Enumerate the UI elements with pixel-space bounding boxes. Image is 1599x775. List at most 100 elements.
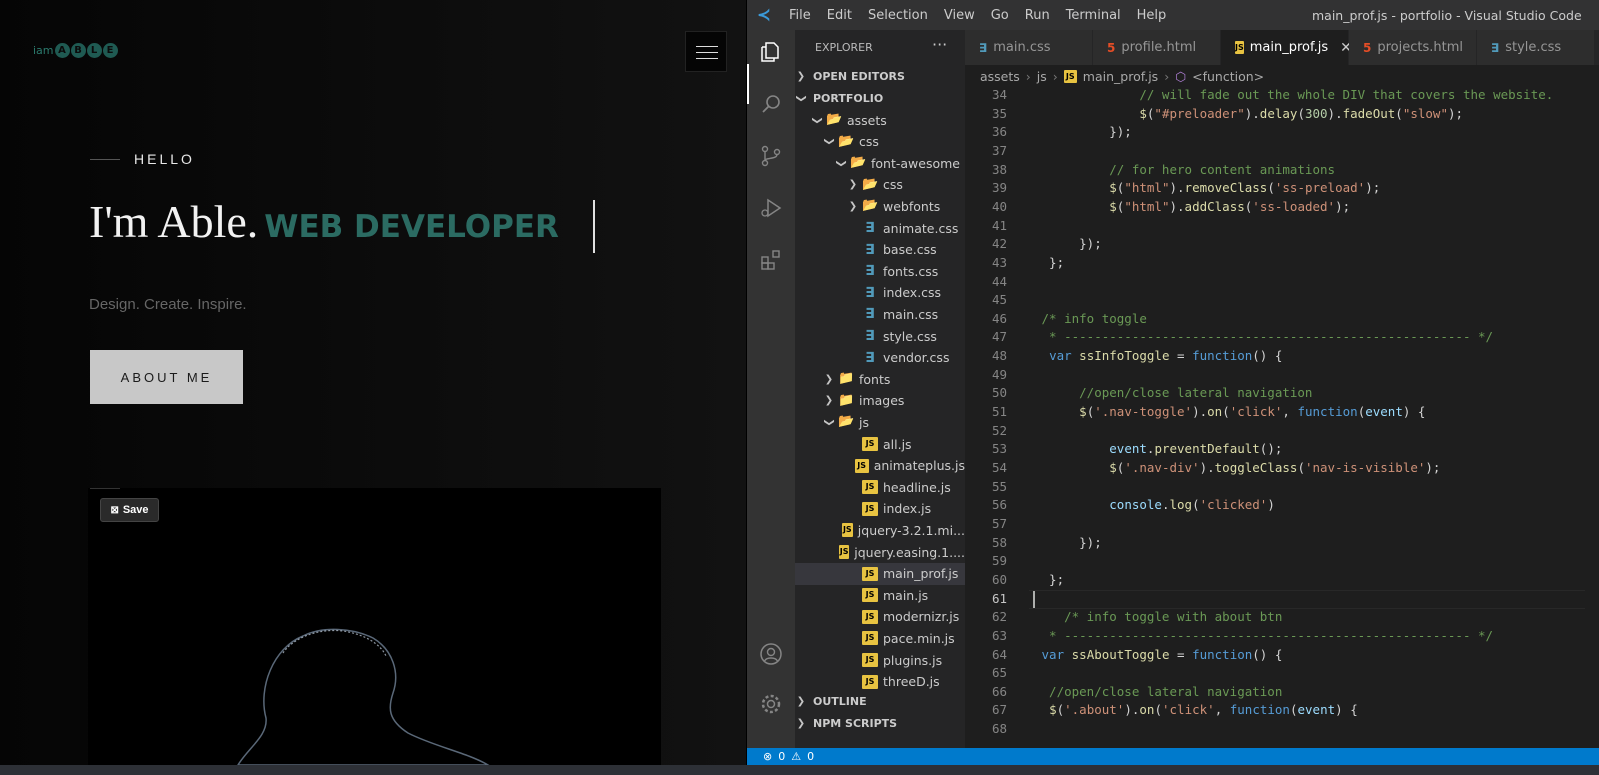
code-line[interactable]: 52 — [965, 423, 1599, 442]
tree-file[interactable]: JS jquery-3.2.1.mi... — [795, 519, 965, 541]
menu-terminal[interactable]: Terminal — [1058, 8, 1129, 23]
menu-help[interactable]: Help — [1129, 8, 1175, 23]
code-line[interactable]: 62 /* info toggle with about btn — [965, 609, 1599, 628]
code-line[interactable]: 43 }; — [965, 255, 1599, 274]
tree-file[interactable]: ∃ fonts.css — [795, 260, 965, 282]
code-line[interactable]: 41 — [965, 218, 1599, 237]
code-line[interactable]: 45 — [965, 292, 1599, 311]
tab-style-css[interactable]: ∃ style.css — [1477, 30, 1595, 65]
breadcrumb-item[interactable]: <function> — [1192, 69, 1264, 84]
code-line[interactable]: 54 $('.nav-div').toggleClass('nav-is-vis… — [965, 460, 1599, 479]
code-line[interactable]: 67 $('.about').on('click', function(even… — [965, 702, 1599, 721]
code-line[interactable]: 55 — [965, 479, 1599, 498]
tree-file[interactable]: JS modernizr.js — [795, 606, 965, 628]
extensions-icon[interactable] — [759, 248, 783, 272]
explorer-icon[interactable] — [759, 40, 783, 64]
code-line[interactable]: 64 var ssAboutToggle = function() { — [965, 647, 1599, 666]
tab-projects-html[interactable]: 5 projects.html — [1349, 30, 1477, 65]
save-button[interactable]: ⊠ Save — [100, 498, 159, 522]
code-line[interactable]: 63 * -----------------------------------… — [965, 628, 1599, 647]
menu-view[interactable]: View — [936, 8, 983, 23]
about-me-button[interactable]: ABOUT ME — [90, 350, 243, 404]
menu-edit[interactable]: Edit — [819, 8, 860, 23]
code-line[interactable]: 40 $("html").addClass('ss-loaded'); — [965, 199, 1599, 218]
tree-folder[interactable]: ❯ 📁 fonts — [795, 368, 965, 390]
npm-scripts-section[interactable]: ❯ NPM SCRIPTS — [795, 712, 965, 734]
code-line[interactable]: 47 * -----------------------------------… — [965, 329, 1599, 348]
tree-folder[interactable]: ❯ 📂 webfonts — [795, 195, 965, 217]
code-line[interactable]: 49 — [965, 367, 1599, 386]
tree-file[interactable]: ∃ vendor.css — [795, 347, 965, 369]
account-icon[interactable] — [759, 642, 783, 666]
code-line[interactable]: 66 //open/close lateral navigation — [965, 684, 1599, 703]
tree-folder[interactable]: ❯ 📂 assets — [795, 109, 965, 131]
warning-count[interactable]: 0 — [807, 750, 814, 763]
code-line[interactable]: 59 — [965, 553, 1599, 572]
portfolio-section[interactable]: ❯ PORTFOLIO — [795, 87, 965, 109]
tab-main-css[interactable]: ∃ main.css — [965, 30, 1093, 65]
code-editor[interactable]: 34 // will fade out the whole DIV that c… — [965, 87, 1599, 748]
code-line[interactable]: 68 — [965, 721, 1599, 740]
breadcrumb-item[interactable]: assets — [980, 69, 1020, 84]
code-line[interactable]: 34 // will fade out the whole DIV that c… — [965, 87, 1599, 106]
code-line[interactable]: 38 // for hero content animations — [965, 162, 1599, 181]
tree-file[interactable]: JS main.js — [795, 584, 965, 606]
error-icon[interactable]: ⊗ — [763, 750, 772, 763]
tree-file[interactable]: ∃ index.css — [795, 282, 965, 304]
tree-file[interactable]: JS all.js — [795, 433, 965, 455]
code-line[interactable]: 57 — [965, 516, 1599, 535]
search-icon[interactable] — [759, 92, 783, 116]
error-count[interactable]: 0 — [778, 750, 785, 763]
menu-toggle-button[interactable] — [685, 31, 727, 72]
code-line[interactable]: 56 console.log('clicked') — [965, 497, 1599, 516]
tree-file[interactable]: JS pace.min.js — [795, 627, 965, 649]
tree-folder[interactable]: ❯ 📂 css — [795, 131, 965, 153]
tree-folder[interactable]: ❯ 📂 js — [795, 411, 965, 433]
menu-run[interactable]: Run — [1017, 8, 1058, 23]
tree-file[interactable]: JS jquery.easing.1.... — [795, 541, 965, 563]
tree-file[interactable]: ∃ main.css — [795, 303, 965, 325]
code-line[interactable]: 37 — [965, 143, 1599, 162]
open-editors-section[interactable]: ❯ OPEN EDITORS — [795, 65, 965, 87]
tree-folder[interactable]: ❯ 📁 images — [795, 390, 965, 412]
tree-file[interactable]: JS main_prof.js — [795, 562, 965, 585]
site-logo[interactable]: iam A B L E — [33, 43, 118, 58]
code-line[interactable]: 60 }; — [965, 572, 1599, 591]
code-line[interactable]: 42 }); — [965, 236, 1599, 255]
source-control-icon[interactable] — [759, 144, 783, 168]
editor-scrollbar[interactable] — [1585, 87, 1599, 748]
tree-file[interactable]: JS animateplus.js — [795, 455, 965, 477]
code-line[interactable]: 46 /* info toggle — [965, 311, 1599, 330]
code-line[interactable]: 36 }); — [965, 124, 1599, 143]
code-line[interactable]: 50 //open/close lateral navigation — [965, 385, 1599, 404]
outline-section[interactable]: ❯ OUTLINE — [795, 690, 965, 712]
tree-folder[interactable]: ❯ 📂 css — [795, 174, 965, 196]
code-line[interactable]: 61 — [965, 591, 1599, 610]
tree-file[interactable]: JS index.js — [795, 498, 965, 520]
code-line[interactable]: 53 event.preventDefault(); — [965, 441, 1599, 460]
code-line[interactable]: 51 $('.nav-toggle').on('click', function… — [965, 404, 1599, 423]
code-line[interactable]: 44 — [965, 274, 1599, 293]
code-line[interactable]: 39 $("html").removeClass('ss-preload'); — [965, 180, 1599, 199]
code-line[interactable]: 58 }); — [965, 535, 1599, 554]
code-line[interactable]: 48 var ssInfoToggle = function() { — [965, 348, 1599, 367]
warning-icon[interactable]: ⚠ — [791, 750, 801, 763]
tree-file[interactable]: JS plugins.js — [795, 649, 965, 671]
code-line[interactable]: 35 $("#preloader").delay(300).fadeOut("s… — [965, 106, 1599, 125]
settings-gear-icon[interactable] — [759, 692, 783, 716]
tab-main-prof-js[interactable]: JS main_prof.js ✕ — [1221, 30, 1352, 65]
breadcrumb-item[interactable]: main_prof.js — [1083, 69, 1158, 84]
code-line[interactable]: 65 — [965, 665, 1599, 684]
tree-file[interactable]: JS headline.js — [795, 476, 965, 498]
menu-file[interactable]: File — [781, 8, 819, 23]
tree-file[interactable]: ∃ animate.css — [795, 217, 965, 239]
tab-profile-html[interactable]: 5 profile.html — [1093, 30, 1221, 65]
menu-selection[interactable]: Selection — [860, 8, 936, 23]
run-debug-icon[interactable] — [759, 196, 783, 220]
tree-file[interactable]: ∃ base.css — [795, 239, 965, 261]
more-actions-icon[interactable]: ··· — [932, 35, 947, 54]
breadcrumb-item[interactable]: js — [1037, 69, 1047, 84]
tree-file[interactable]: ∃ style.css — [795, 325, 965, 347]
tree-folder[interactable]: ❯ 📂 font-awesome — [795, 152, 965, 174]
menu-go[interactable]: Go — [983, 8, 1017, 23]
